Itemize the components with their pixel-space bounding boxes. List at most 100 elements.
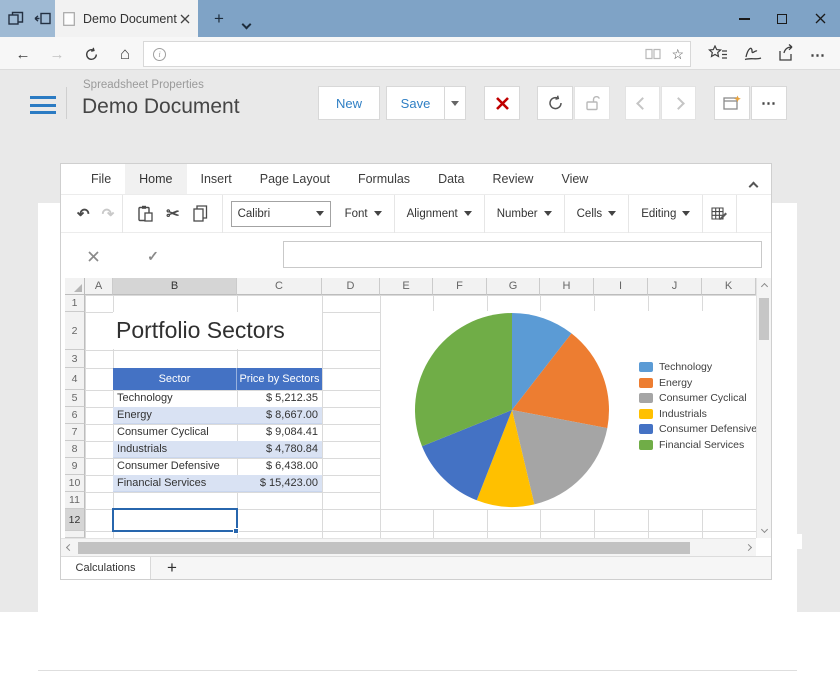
horizontal-scrollbar[interactable]	[61, 538, 756, 556]
vertical-scroll-thumb[interactable]	[759, 298, 769, 340]
prev-button[interactable]	[625, 86, 660, 120]
menu-icon[interactable]	[30, 96, 56, 114]
grid[interactable]: ABCDEFGHIJK123456789101112Portfolio Sect…	[61, 278, 756, 538]
row-header-5[interactable]: 5	[65, 390, 85, 407]
redo-icon[interactable]: ↷	[102, 205, 115, 223]
web-note-icon[interactable]	[743, 44, 763, 67]
undo-icon[interactable]: ↶	[77, 205, 90, 223]
column-header-K[interactable]: K	[702, 278, 756, 295]
column-header-B[interactable]: B	[113, 278, 237, 295]
forward-icon[interactable]: →	[46, 44, 68, 64]
back-icon[interactable]: ←	[12, 44, 34, 64]
row-header-1[interactable]: 1	[65, 295, 85, 312]
cell-sector[interactable]: Consumer Defensive	[113, 458, 237, 475]
share-icon[interactable]	[777, 44, 796, 67]
row-header-3[interactable]: 3	[65, 350, 85, 368]
confirm-icon[interactable]: ✓	[143, 247, 163, 265]
pie-chart[interactable]: TechnologyEnergyConsumer CyclicalIndustr…	[381, 311, 756, 509]
cancel-icon[interactable]	[83, 247, 103, 265]
save-button[interactable]: Save	[386, 86, 444, 120]
cell-sector[interactable]: Consumer Cyclical	[113, 424, 237, 441]
favorite-star-icon[interactable]: ☆	[671, 46, 684, 63]
close-button[interactable]	[801, 0, 839, 37]
next-button[interactable]	[661, 86, 696, 120]
home-icon[interactable]: ⌂	[114, 44, 136, 64]
cell-sector[interactable]: Industrials	[113, 441, 237, 458]
table-header-cell[interactable]: Price by Sectors	[237, 368, 322, 390]
column-header-G[interactable]: G	[487, 278, 540, 295]
formula-input[interactable]	[283, 241, 762, 268]
tabs-set-aside-icon[interactable]	[6, 9, 26, 28]
address-input[interactable]	[173, 47, 645, 61]
fill-handle[interactable]	[233, 528, 239, 534]
sheet-tab-calculations[interactable]: Calculations	[61, 557, 151, 579]
cell-price[interactable]: $ 8,667.00	[237, 407, 322, 424]
set-tab-aside-icon[interactable]	[32, 9, 52, 28]
reload-document-button[interactable]	[537, 86, 573, 120]
row-header-10[interactable]: 10	[65, 475, 85, 492]
cell-price[interactable]: $ 5,212.35	[237, 390, 322, 407]
collapse-ribbon-icon[interactable]	[750, 177, 757, 195]
ribbon-tab-file[interactable]: File	[77, 164, 125, 194]
ribbon-tab-formulas[interactable]: Formulas	[344, 164, 424, 194]
cell-B2-title[interactable]: Portfolio Sectors	[113, 312, 322, 349]
column-header-H[interactable]: H	[540, 278, 594, 295]
cell-price[interactable]: $ 9,084.41	[237, 424, 322, 441]
column-header-I[interactable]: I	[594, 278, 648, 295]
number-dropdown[interactable]: Number	[493, 208, 556, 220]
browser-more-icon[interactable]: ⋯	[810, 46, 826, 64]
ribbon-tab-insert[interactable]: Insert	[187, 164, 246, 194]
scroll-down-icon[interactable]	[757, 521, 771, 538]
row-header-9[interactable]: 9	[65, 458, 85, 475]
alignment-dropdown[interactable]: Alignment	[403, 208, 476, 220]
cut-icon[interactable]: ✂	[166, 204, 179, 224]
column-header-C[interactable]: C	[237, 278, 322, 295]
properties-button[interactable]	[714, 86, 750, 120]
cell-sector[interactable]: Technology	[113, 390, 237, 407]
delete-document-button[interactable]	[484, 86, 520, 120]
select-all-corner[interactable]	[65, 278, 85, 295]
cells-dropdown[interactable]: Cells	[573, 208, 621, 220]
row-header-6[interactable]: 6	[65, 407, 85, 424]
row-header-4[interactable]: 4	[65, 368, 85, 390]
cell-price[interactable]: $ 15,423.00	[237, 475, 322, 492]
table-header-cell[interactable]: Sector	[113, 368, 237, 390]
header-more-button[interactable]: ⋯	[751, 86, 787, 120]
ribbon-tab-view[interactable]: View	[547, 164, 602, 194]
row-header-12[interactable]: 12	[65, 509, 85, 531]
column-header-J[interactable]: J	[648, 278, 702, 295]
paste-icon[interactable]	[137, 205, 153, 222]
tab-close-icon[interactable]	[180, 14, 190, 24]
ribbon-tab-home[interactable]: Home	[125, 164, 186, 194]
column-header-A[interactable]: A	[85, 278, 113, 295]
ribbon-tab-review[interactable]: Review	[478, 164, 547, 194]
font-dropdown[interactable]: Font	[341, 208, 386, 220]
new-button[interactable]: New	[318, 86, 380, 120]
info-icon[interactable]: i	[153, 48, 166, 61]
editing-dropdown[interactable]: Editing	[637, 208, 694, 220]
add-sheet-button[interactable]: +	[159, 557, 185, 579]
vertical-scrollbar[interactable]	[756, 278, 771, 538]
ribbon-tab-data[interactable]: Data	[424, 164, 478, 194]
refresh-icon[interactable]	[80, 44, 102, 64]
maximize-button[interactable]	[763, 0, 801, 37]
cell-sector[interactable]: Financial Services	[113, 475, 237, 492]
minimize-button[interactable]	[725, 0, 763, 37]
copy-icon[interactable]	[193, 205, 208, 222]
active-cell-selection[interactable]	[112, 508, 238, 532]
row-header-11[interactable]: 11	[65, 492, 85, 509]
font-name-combobox[interactable]: Calibri	[231, 201, 331, 227]
horizontal-scroll-thumb[interactable]	[78, 542, 690, 554]
format-table-icon[interactable]	[711, 206, 728, 222]
cell-price[interactable]: $ 4,780.84	[237, 441, 322, 458]
ribbon-tab-page-layout[interactable]: Page Layout	[246, 164, 344, 194]
column-header-F[interactable]: F	[433, 278, 487, 295]
tab-preview-chevron-icon[interactable]	[243, 15, 250, 33]
cell-sector[interactable]: Energy	[113, 407, 237, 424]
cell-price[interactable]: $ 6,438.00	[237, 458, 322, 475]
column-header-D[interactable]: D	[322, 278, 380, 295]
browser-tab[interactable]: Demo Document	[55, 0, 198, 37]
scroll-left-icon[interactable]	[61, 539, 77, 556]
unlock-button[interactable]	[574, 86, 610, 120]
row-header-8[interactable]: 8	[65, 441, 85, 458]
